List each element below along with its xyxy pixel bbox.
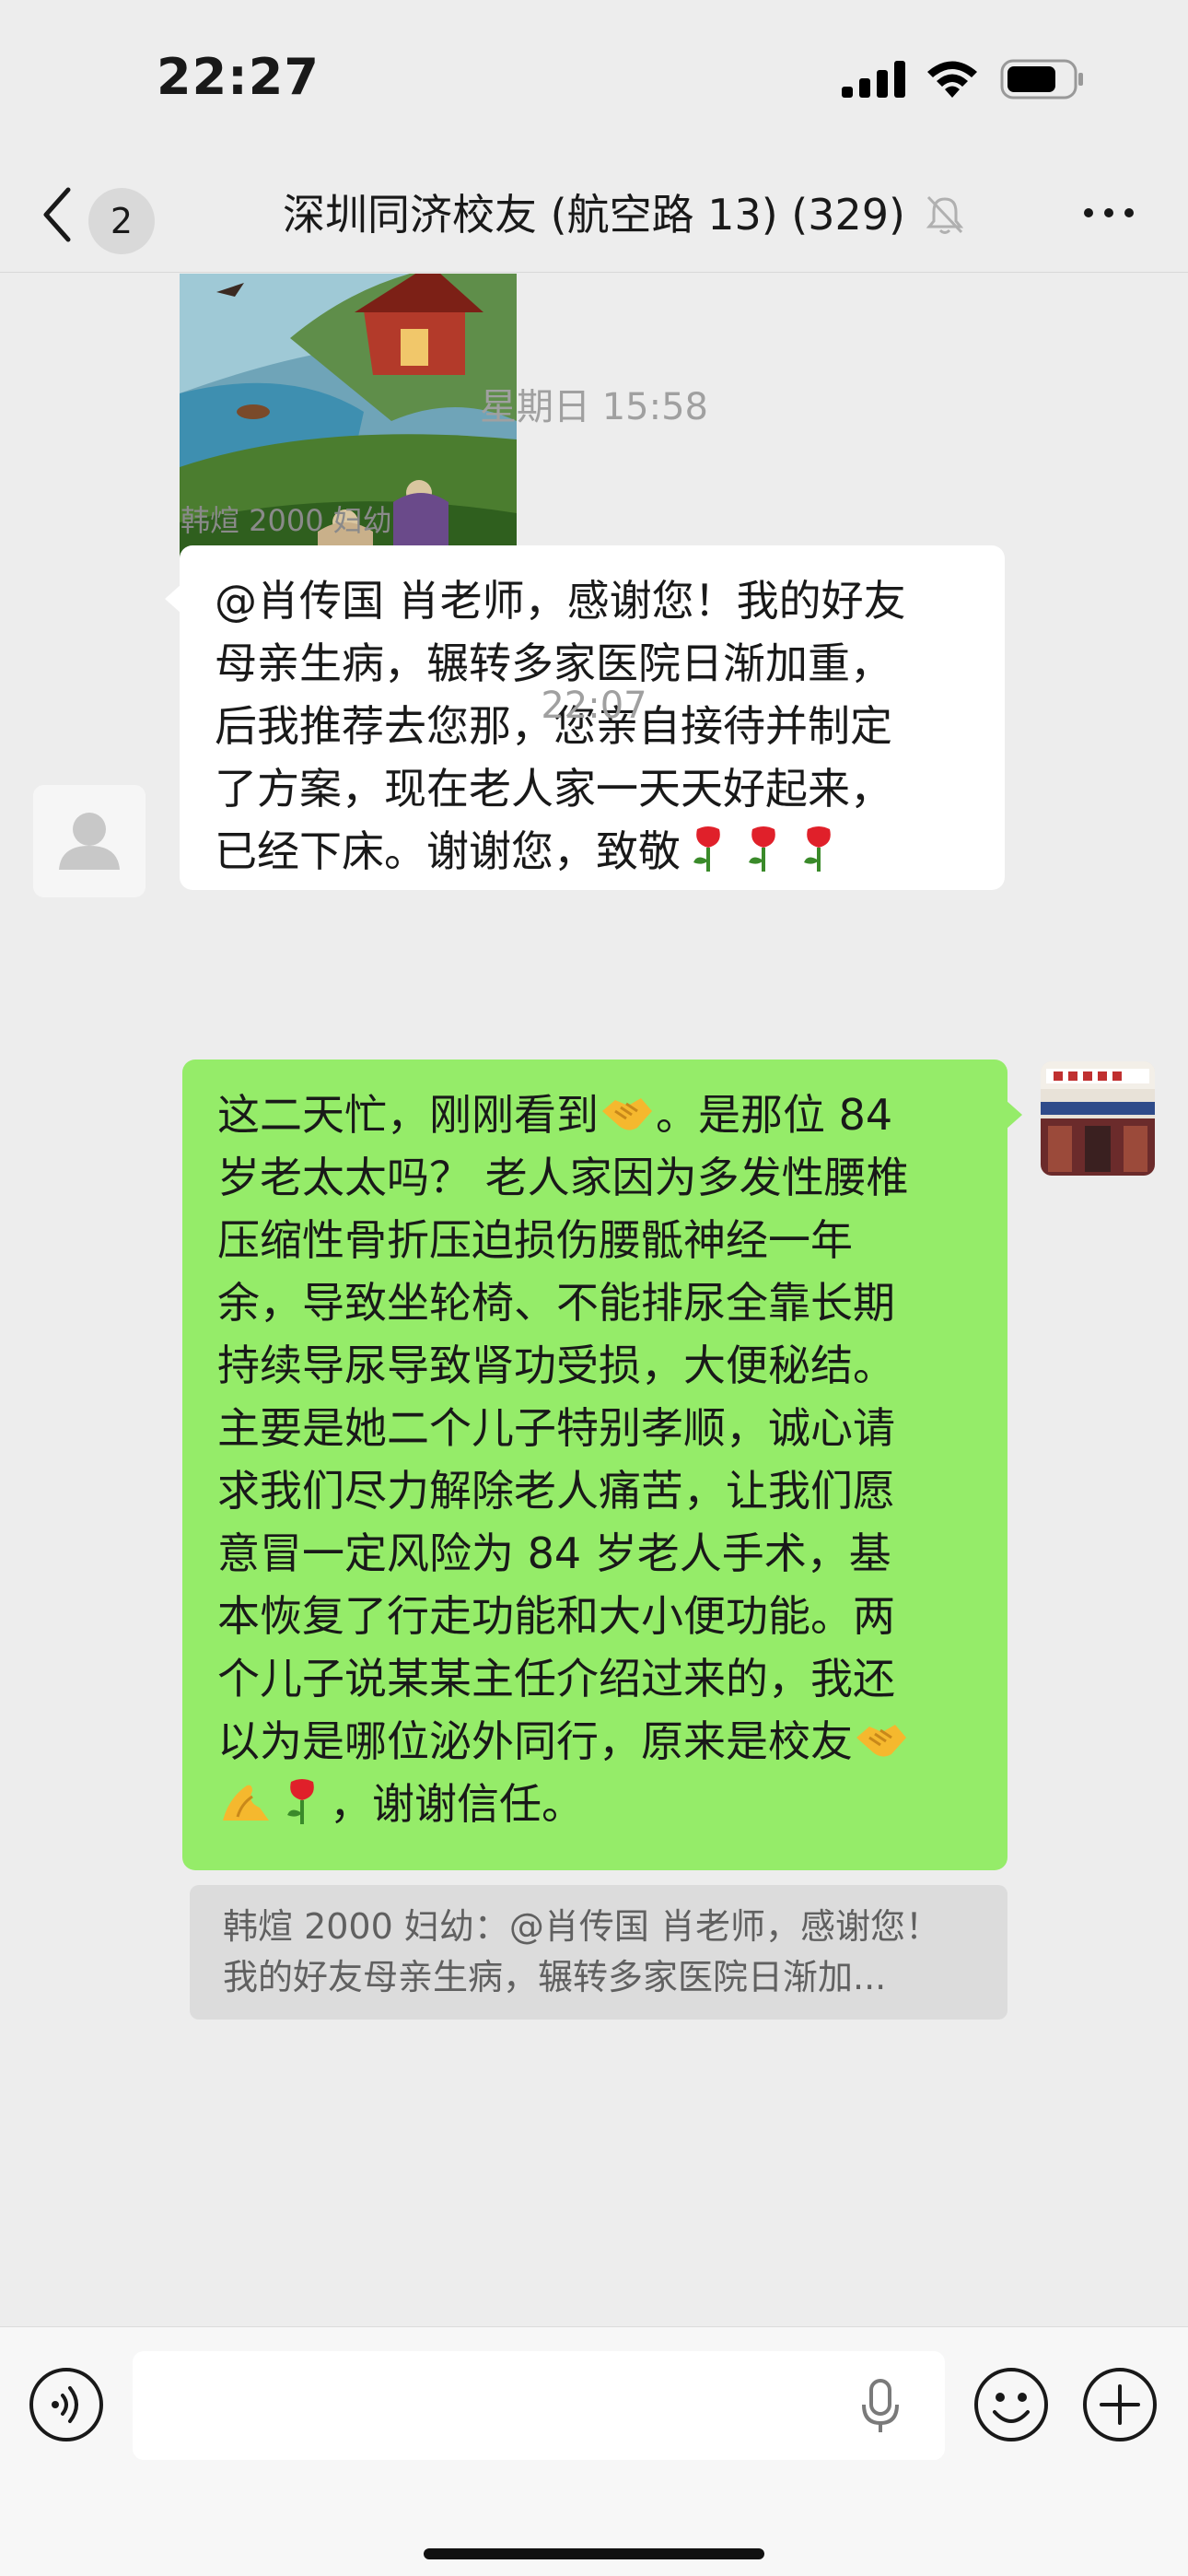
message-line: 意冒一定风险为 84 岁老人手术，基: [217, 1528, 891, 1578]
home-indicator: [424, 2548, 764, 2559]
quoted-message-line: 我的好友母亲生病，辗转多家医院日渐加...: [223, 1957, 887, 1997]
time-divider: 星期日 15:58: [480, 386, 708, 428]
rose-emoji-icon: [693, 826, 720, 872]
sender-name: 韩煊 2000 妇幼: [181, 503, 392, 538]
default-avatar-icon: [33, 785, 146, 897]
back-icon[interactable]: [39, 182, 76, 247]
message-line: 这二天忙，刚刚看到: [217, 1090, 599, 1140]
rose-emoji-icon: [749, 826, 775, 872]
message-line: 已经下床。谢谢您，致敬: [215, 826, 681, 876]
status-time: 22:27: [157, 48, 320, 106]
more-icon[interactable]: [1081, 199, 1136, 227]
message-input-bar: [0, 2326, 1188, 2576]
mute-icon: [926, 195, 964, 234]
quoted-message[interactable]: 韩煊 2000 妇幼：@肖传国 肖老师，感谢您！ 我的好友母亲生病，辗转多家医院…: [190, 1885, 1007, 2020]
storefront-photo: [1041, 1061, 1155, 1176]
pray-emoji-icon: [223, 1785, 269, 1821]
unread-count-badge[interactable]: 2: [88, 188, 155, 254]
message-line: 个儿子说某某主任介绍过来的，我还: [217, 1654, 895, 1704]
message-line-last: 已经下床。谢谢您，致敬: [215, 820, 970, 883]
message-line: 岁老太太吗？ 老人家因为多发性腰椎: [217, 1153, 909, 1202]
voice-mode-icon[interactable]: [28, 2366, 105, 2443]
sender-avatar[interactable]: [33, 785, 146, 897]
message-line: 余，导致坐轮椅、不能排尿全靠长期: [217, 1278, 895, 1328]
plus-icon[interactable]: [1081, 2366, 1159, 2443]
status-bar: 22:27: [0, 0, 1188, 157]
cellular-signal-icon: [842, 61, 905, 98]
sent-message-bubble[interactable]: 这二天忙，刚刚看到 。是那位 84 岁老太太吗？ 老人家因为多发性腰椎 压缩性骨折…: [182, 1060, 1022, 1870]
wifi-icon: [927, 61, 977, 98]
message-line: 以为是哪位泌外同行，原来是校友: [217, 1716, 853, 1766]
message-line: 本恢复了行走功能和大小便功能。两: [217, 1591, 895, 1641]
message-line: 压缩性骨折压迫损伤腰骶神经一年: [217, 1215, 853, 1265]
message-line-first: 这二天忙，刚刚看到 。是那位 84: [217, 1083, 973, 1146]
handshake-emoji-icon: [602, 1098, 652, 1130]
message-line: 。是那位 84: [656, 1090, 893, 1140]
handshake-emoji-icon: [856, 1725, 906, 1757]
message-line: 求我们尽力解除老人痛苦，让我们愿: [217, 1466, 895, 1516]
message-text-input[interactable]: [133, 2351, 945, 2460]
rose-emoji-icon: [287, 1779, 314, 1824]
quoted-message-line: 韩煊 2000 妇幼：@肖传国 肖老师，感谢您！: [223, 1906, 940, 1947]
message-line-last: ，谢谢信任。: [217, 1773, 973, 1835]
message-line: 了方案，现在老人家一天天好起来，: [215, 764, 892, 814]
my-avatar[interactable]: [1041, 1061, 1155, 1176]
message-line: ，谢谢信任。: [330, 1779, 584, 1829]
microphone-icon[interactable]: [860, 2379, 901, 2434]
message-line-with-emoji: 以为是哪位泌外同行，原来是校友: [217, 1710, 973, 1773]
message-line: @肖传国 肖老师，感谢您！我的好友: [215, 576, 906, 626]
message-line: 主要是她二个儿子特别孝顺，诚心请: [217, 1403, 895, 1453]
emoji-icon[interactable]: [973, 2366, 1050, 2443]
rose-emoji-icon: [804, 826, 831, 872]
battery-icon: [1000, 59, 1083, 100]
message-line: 持续导尿导致肾功受损，大便秘结。: [217, 1341, 895, 1390]
time-divider: 22:07: [541, 685, 647, 727]
chat-message-list[interactable]: 星期日 15:58 韩煊 2000 妇幼 @肖传国 肖老师，感谢您！我的好友 母…: [0, 274, 1188, 2326]
chat-header: 2 深圳同济校友 (航空路 13) (329): [0, 157, 1188, 273]
chat-title[interactable]: 深圳同济校友 (航空路 13) (329): [184, 182, 1004, 247]
